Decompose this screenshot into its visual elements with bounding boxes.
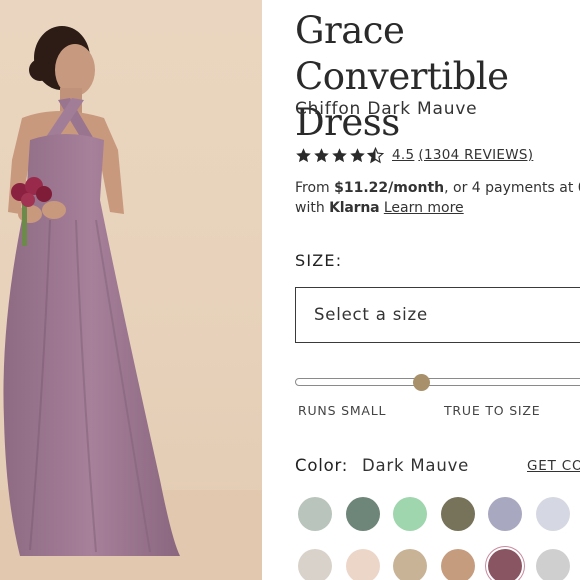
learn-more-link[interactable]: Learn more [384, 200, 464, 216]
pricing-suffix: , or 4 payments at 0% [444, 180, 580, 196]
product-info: Grace Convertible Dress Chiffon Dark Mau… [295, 0, 580, 580]
rating-value: 4.5 [392, 147, 415, 163]
selected-color-name: Dark Mauve [362, 456, 470, 475]
star-icon [314, 147, 329, 162]
half-star-icon [367, 146, 384, 163]
model-illustration [0, 26, 262, 580]
product-title: Grace Convertible Dress [295, 9, 509, 144]
color-swatch[interactable] [393, 497, 427, 531]
product-subtitle: Chiffon Dark Mauve [295, 99, 478, 119]
color-swatch[interactable] [441, 549, 475, 580]
klarna-logo: Klarna [329, 200, 380, 216]
pricing-prefix: From [295, 180, 335, 196]
star-icon [350, 147, 365, 162]
color-swatch[interactable] [298, 497, 332, 531]
size-select[interactable]: Select a size [295, 287, 580, 343]
star-icon [296, 147, 311, 162]
star-icon [332, 147, 347, 162]
fit-true-to-size-label: TRUE TO SIZE [444, 403, 541, 418]
color-swatch[interactable] [393, 549, 427, 580]
product-photo [0, 0, 262, 580]
fit-runs-small-label: RUNS SMALL [298, 403, 387, 418]
color-swatch[interactable] [488, 549, 522, 580]
fit-scale-track [295, 378, 580, 386]
rating-stars [295, 146, 384, 164]
get-color-swatches-link[interactable]: GET COLOR SWATCHES [527, 458, 580, 474]
klarna-pricing: From $11.22/month, or 4 payments at 0% w… [295, 178, 580, 218]
monthly-price: $11.22/month [334, 180, 445, 196]
fit-scale-knob [413, 374, 430, 391]
color-swatch[interactable] [488, 497, 522, 531]
color-label: Color: [295, 456, 349, 475]
color-swatch[interactable] [346, 549, 380, 580]
reviews-link[interactable]: 4.5 (1304 REVIEWS) [392, 147, 537, 163]
color-row: Color: Dark Mauve GET COLOR SWATCHES [295, 456, 580, 480]
rating: 4.5 (1304 REVIEWS) [295, 144, 537, 166]
color-swatch[interactable] [346, 497, 380, 531]
pricing-with: with [295, 200, 330, 216]
color-swatch[interactable] [298, 549, 332, 580]
color-swatch[interactable] [536, 497, 570, 531]
review-count: (1304 REVIEWS) [418, 147, 534, 163]
color-swatch[interactable] [441, 497, 475, 531]
size-label: SIZE: [295, 251, 343, 270]
color-swatch[interactable] [536, 549, 570, 580]
